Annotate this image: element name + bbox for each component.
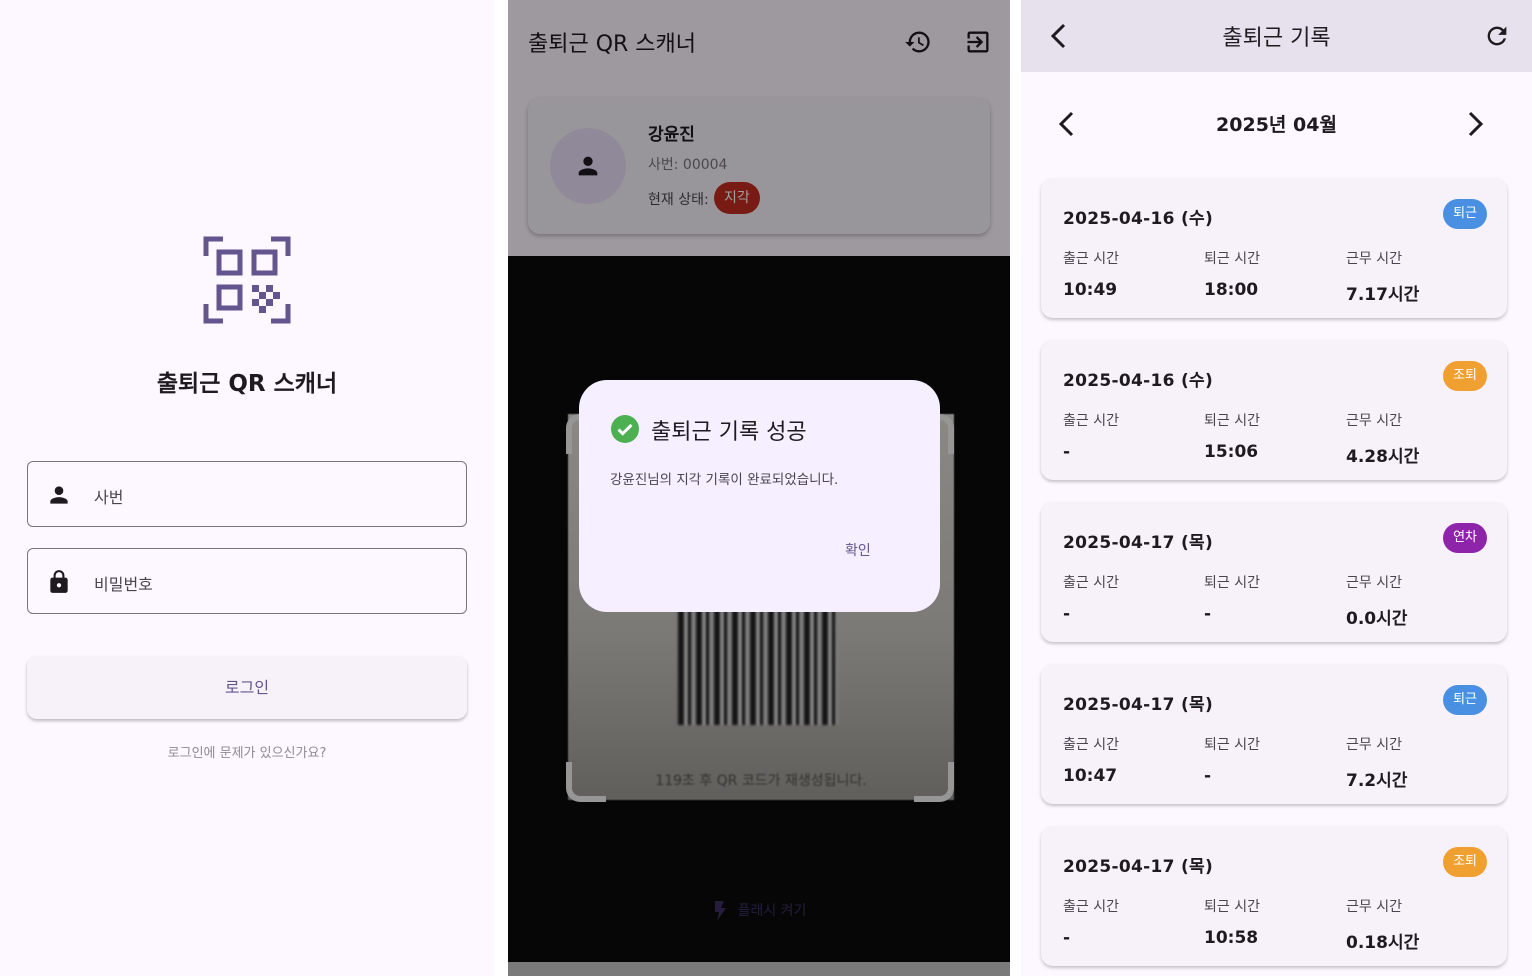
record-in: 출근 시간 - [1063,572,1119,624]
record-work-value: 0.0시간 [1346,609,1408,629]
record-date: 2025-04-17 (목) [1063,533,1214,553]
bottom-bar [508,962,1010,976]
records-list: 2025-04-16 (수) 퇴근 출근 시간 10:49 퇴근 시간 18:0… [1041,178,1507,976]
records-title: 출퇴근 기록 [1222,26,1331,51]
record-date: 2025-04-16 (수) [1063,371,1214,391]
record-in-label: 출근 시간 [1063,251,1119,267]
record-in-value: 10:49 [1063,280,1118,300]
record-out: 퇴근 시간 - [1204,734,1260,786]
next-month-icon[interactable] [1467,110,1485,138]
record-work: 근무 시간 7.17시간 [1346,248,1419,305]
record-card[interactable]: 2025-04-16 (수) 조퇴 출근 시간 - 퇴근 시간 15:06 근무… [1041,340,1507,480]
record-work-label: 근무 시간 [1346,575,1402,591]
check-circle-icon [611,415,639,443]
password-field[interactable]: 비밀번호 [27,548,467,614]
record-card[interactable]: 2025-04-17 (목) 퇴근 출근 시간 10:47 퇴근 시간 - 근무… [1041,664,1507,804]
record-out: 퇴근 시간 - [1204,572,1260,624]
record-date: 2025-04-16 (수) [1063,209,1214,229]
record-work-value: 7.2시간 [1346,771,1408,791]
record-work: 근무 시간 4.28시간 [1346,410,1419,467]
record-in-value: 10:47 [1063,766,1118,786]
record-in: 출근 시간 - [1063,410,1119,462]
record-out-value: 15:06 [1204,442,1259,462]
employee-id-placeholder: 사번 [94,488,124,507]
record-out-value: 18:00 [1204,280,1259,300]
records-header: 출퇴근 기록 [1021,0,1532,72]
success-dialog: 출퇴근 기록 성공 강윤진님의 지각 기록이 완료되었습니다. 확인 [579,380,940,612]
record-out-value: - [1204,766,1212,786]
record-work-label: 근무 시간 [1346,413,1402,429]
record-work: 근무 시간 0.18시간 [1346,896,1419,953]
record-work-value: 4.28시간 [1346,447,1420,467]
month-title: 2025년 04월 [1216,114,1337,136]
record-in-label: 출근 시간 [1063,899,1119,915]
record-work: 근무 시간 0.0시간 [1346,572,1407,629]
record-out: 퇴근 시간 18:00 [1204,248,1260,300]
person-icon [50,486,68,504]
record-card[interactable]: 2025-04-17 (목) 연차 출근 시간 - 퇴근 시간 - 근무 시간 … [1041,502,1507,642]
record-status-badge: 퇴근 [1443,199,1487,229]
record-card[interactable]: 2025-04-16 (수) 퇴근 출근 시간 10:49 퇴근 시간 18:0… [1041,178,1507,318]
login-button[interactable]: 로그인 [27,656,467,719]
record-out-label: 퇴근 시간 [1204,413,1260,429]
scanner-screen: 출퇴근 QR 스캐너 강윤진 사번: 00004 현재 상태: 지각 119초 … [508,0,1010,976]
record-status-badge: 퇴근 [1443,685,1487,715]
record-work-label: 근무 시간 [1346,251,1402,267]
dialog-message: 강윤진님의 지각 기록이 완료되었습니다. [610,472,839,488]
record-card[interactable]: 2025-04-17 (목) 조퇴 출근 시간 - 퇴근 시간 10:58 근무… [1041,826,1507,966]
login-screen: 출퇴근 QR 스캐너 사번 비밀번호 로그인 로그인에 문제가 있으신가요? [0,0,494,976]
qr-code-scanner-icon [203,236,291,324]
record-out-label: 퇴근 시간 [1204,899,1260,915]
employee-id-field[interactable]: 사번 [27,461,467,527]
record-in: 출근 시간 10:47 [1063,734,1119,786]
app-title: 출퇴근 QR 스캐너 [156,371,338,397]
login-help-link[interactable]: 로그인에 문제가 있으신가요? [0,742,494,761]
record-out-value: 10:58 [1204,928,1259,948]
record-date: 2025-04-17 (목) [1063,695,1214,715]
record-out: 퇴근 시간 15:06 [1204,410,1260,462]
record-in-value: - [1063,442,1071,462]
password-placeholder: 비밀번호 [94,575,153,594]
refresh-icon[interactable] [1483,22,1511,50]
record-in-label: 출근 시간 [1063,413,1119,429]
dialog-ok-button[interactable]: 확인 [845,540,871,560]
record-status-badge: 조퇴 [1443,847,1487,877]
record-in-value: - [1063,604,1071,624]
record-work-value: 0.18시간 [1346,933,1420,953]
dialog-title: 출퇴근 기록 성공 [651,420,807,445]
record-out-label: 퇴근 시간 [1204,251,1260,267]
record-out: 퇴근 시간 10:58 [1204,896,1260,948]
record-work: 근무 시간 7.2시간 [1346,734,1407,791]
record-out-value: - [1204,604,1212,624]
record-in: 출근 시간 10:49 [1063,248,1119,300]
record-work-value: 7.17시간 [1346,285,1420,305]
record-out-label: 퇴근 시간 [1204,575,1260,591]
record-status-badge: 연차 [1443,523,1487,553]
record-in-label: 출근 시간 [1063,737,1119,753]
record-out-label: 퇴근 시간 [1204,737,1260,753]
lock-icon [50,570,68,593]
record-status-badge: 조퇴 [1443,361,1487,391]
record-in-label: 출근 시간 [1063,575,1119,591]
record-work-label: 근무 시간 [1346,899,1402,915]
records-screen: 출퇴근 기록 2025년 04월 2025-04-16 (수) 퇴근 출근 시간… [1021,0,1532,976]
record-in-value: - [1063,928,1071,948]
record-in: 출근 시간 - [1063,896,1119,948]
record-date: 2025-04-17 (목) [1063,857,1214,877]
record-work-label: 근무 시간 [1346,737,1402,753]
